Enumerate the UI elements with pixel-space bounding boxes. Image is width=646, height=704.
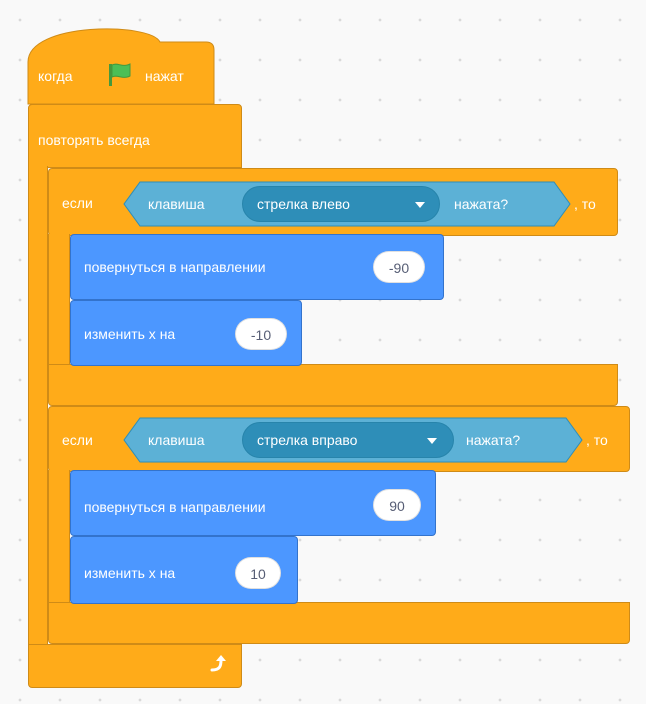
change-x-input[interactable]: 10 [235,557,281,589]
key-dropdown[interactable]: стрелка вправо [242,422,454,458]
code-workspace[interactable]: когда нажат повторять всегда если клавиш… [0,0,646,704]
sensor-label: клавиша [148,432,205,448]
sensor-suffix: нажата? [466,432,521,448]
key-dropdown-value: стрелка вправо [257,432,358,448]
chevron-down-icon [427,438,437,444]
direction-input[interactable]: 90 [373,489,421,521]
turn-direction-block[interactable]: повернуться в направлении 90 [70,470,436,536]
change-x-block[interactable]: изменить x на 10 [70,536,298,604]
change-x-label: изменить x на [84,565,176,581]
if-then-label: , то [586,432,608,448]
turn-label: повернуться в направлении [84,499,266,515]
